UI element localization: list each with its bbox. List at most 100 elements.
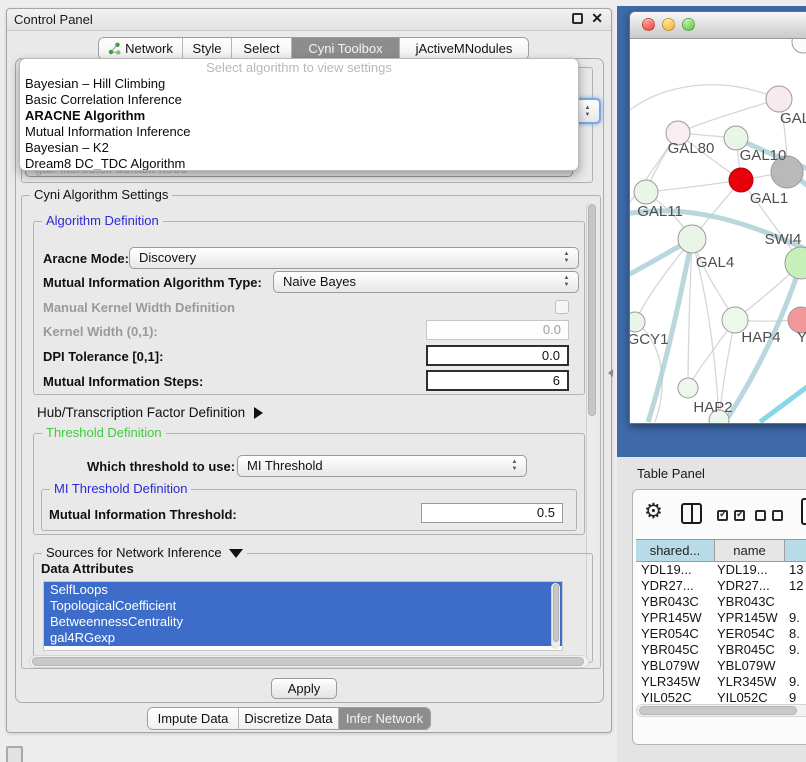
zoom-traffic-light-icon[interactable] (682, 18, 695, 31)
table-row[interactable]: YER054CYER054C8. (636, 626, 806, 642)
network-canvas[interactable]: GAL GAL80 GAL10 GAL1 GAL11 GAL4 SWI4 GCY… (630, 39, 806, 424)
list-item-betweennesscentrality[interactable]: BetweennessCentrality (44, 614, 562, 630)
list-item-gal4rgexp[interactable]: gal4RGexp (44, 630, 562, 646)
control-panel-titlebar: Control Panel ✕ (7, 9, 611, 31)
node-partial-top[interactable] (792, 39, 806, 53)
select-all-checks-icon[interactable] (717, 510, 745, 521)
close-traffic-light-icon[interactable] (642, 18, 655, 31)
algorithm-definition-title: Algorithm Definition (42, 213, 163, 228)
table-row[interactable]: YDR27...YDR27...12 (636, 578, 806, 594)
mi-steps-label: Mutual Information Steps: (43, 374, 203, 389)
popup-item-dream8[interactable]: Dream8 DC_TDC Algorithm (20, 156, 578, 171)
dpi-tolerance-label: DPI Tolerance [0,1]: (43, 349, 163, 364)
column-header-shared-name[interactable]: shared... (636, 540, 715, 561)
node-label-gal80: GAL80 (668, 140, 715, 157)
node-label-gal: GAL (780, 110, 806, 127)
manual-kernel-label: Manual Kernel Width Definition (43, 300, 235, 315)
combo-arrows-icon (562, 275, 571, 289)
node-label-swi4: SWI4 (765, 231, 802, 248)
table-header-row: shared... name A (636, 539, 806, 562)
deselect-all-checks-icon[interactable] (755, 510, 783, 521)
kernel-width-label: Kernel Width (0,1): (43, 324, 158, 339)
aracne-mode-combobox[interactable]: Discovery (129, 247, 579, 269)
manual-kernel-checkbox[interactable] (555, 300, 569, 314)
attributes-scrollbar[interactable] (551, 583, 560, 649)
which-threshold-combobox[interactable]: MI Threshold (237, 455, 527, 477)
table-body[interactable]: YDL19...YDL19...13 YDR27...YDR27...12 YB… (636, 562, 806, 709)
tab-cyni-toolbox-label: Cyni Toolbox (308, 41, 382, 56)
column-header-third[interactable]: A (785, 540, 806, 561)
node-gcy1[interactable] (630, 312, 645, 332)
node-gal-pink[interactable] (766, 86, 792, 112)
table-panel-region: Table Panel ⚙ shared... name A YDL19...Y… (617, 457, 806, 762)
tab-infer-network[interactable]: Infer Network (338, 708, 430, 729)
node-gal4[interactable] (678, 225, 706, 253)
node-hap2[interactable] (678, 378, 698, 398)
network-icon (108, 40, 121, 60)
table-hscrollbar-thumb[interactable] (639, 706, 797, 715)
tab-impute-data-label: Impute Data (158, 711, 229, 726)
tab-discretize-data[interactable]: Discretize Data (238, 708, 338, 729)
tab-style[interactable]: Style (182, 38, 231, 59)
dpi-tolerance-field[interactable]: 0.0 (426, 345, 569, 366)
minimize-traffic-light-icon[interactable] (662, 18, 675, 31)
mi-type-combobox[interactable]: Naive Bayes (273, 271, 579, 293)
partial-icon (6, 746, 23, 762)
control-panel-window: Control Panel ✕ Network Style Select Cyn… (6, 8, 612, 733)
cyni-algorithm-settings-title: Cyni Algorithm Settings (30, 187, 172, 202)
tab-jactivemnodules[interactable]: jActiveMNodules (399, 38, 528, 59)
tab-impute-data[interactable]: Impute Data (148, 708, 238, 729)
document-icon[interactable] (801, 498, 806, 525)
data-attributes-list: SelfLoops TopologicalCoefficient Between… (43, 581, 563, 651)
tab-style-label: Style (193, 41, 222, 56)
table-panel-title: Table Panel (637, 466, 705, 481)
column-header-name[interactable]: name (715, 540, 785, 561)
popup-item-bayesian-k2[interactable]: Bayesian – K2 (20, 140, 578, 156)
which-threshold-value: MI Threshold (247, 458, 323, 473)
table-row[interactable]: YBR045CYBR045C9. (636, 642, 806, 658)
sources-title[interactable]: Sources for Network Inference (42, 545, 247, 560)
control-panel-tabbar: Network Style Select Cyni Toolbox jActiv… (98, 37, 529, 60)
table-hscrollbar[interactable] (636, 704, 806, 717)
popup-item-bayesian-hill-climbing[interactable]: Bayesian – Hill Climbing (20, 76, 578, 92)
kernel-width-field[interactable]: 0.0 (426, 320, 569, 340)
tab-select[interactable]: Select (231, 38, 291, 59)
combo-arrows-icon (583, 105, 592, 119)
network-window: GAL GAL80 GAL10 GAL1 GAL11 GAL4 SWI4 GCY… (629, 11, 806, 424)
panel-splitter-handle[interactable] (608, 369, 613, 377)
control-panel-title: Control Panel (14, 12, 93, 27)
table-row[interactable]: YBR043CYBR043C (636, 594, 806, 610)
mi-steps-field[interactable]: 6 (426, 370, 569, 391)
combo-arrows-icon (510, 459, 519, 473)
popup-item-aracne[interactable]: ARACNE Algorithm (20, 108, 578, 124)
table-row[interactable]: YBL079WYBL079W (636, 658, 806, 674)
settings-hscrollbar[interactable] (29, 655, 589, 668)
popup-item-mutual-information[interactable]: Mutual Information Inference (20, 124, 578, 140)
list-item-selfloops[interactable]: SelfLoops (44, 582, 562, 598)
mi-threshold-label: Mutual Information Threshold: (49, 507, 237, 522)
settings-hscrollbar-thumb[interactable] (32, 657, 584, 666)
apply-button[interactable]: Apply (271, 678, 337, 699)
gear-icon[interactable]: ⚙ (644, 499, 663, 524)
threshold-definition-title: Threshold Definition (42, 425, 166, 440)
mi-threshold-field[interactable]: 0.5 (421, 503, 563, 523)
table-row[interactable]: YLR345WYLR345W9. (636, 674, 806, 690)
list-item-topologicalcoefficient[interactable]: TopologicalCoefficient (44, 598, 562, 614)
node-gal11[interactable] (634, 180, 658, 204)
table-row[interactable]: YPR145WYPR145W9. (636, 610, 806, 626)
tab-cyni-toolbox[interactable]: Cyni Toolbox (291, 38, 399, 59)
popup-item-basic-correlation[interactable]: Basic Correlation Inference (20, 92, 578, 108)
network-graph: GAL GAL80 GAL10 GAL1 GAL11 GAL4 SWI4 GCY… (630, 39, 806, 424)
mi-steps-value: 6 (553, 373, 560, 388)
table-row[interactable]: YDL19...YDL19...13 (636, 562, 806, 578)
settings-scrollbar-thumb[interactable] (588, 204, 596, 416)
network-window-titlebar[interactable] (630, 12, 806, 39)
close-icon[interactable]: ✕ (591, 10, 603, 27)
tab-network[interactable]: Network (99, 38, 182, 59)
node-swi4[interactable] (785, 247, 806, 279)
column-layout-icon[interactable] (681, 503, 702, 524)
float-window-icon[interactable] (572, 13, 583, 24)
node-gal1-red[interactable] (729, 168, 753, 192)
attributes-scrollbar-thumb[interactable] (553, 584, 559, 642)
hub-section-toggle[interactable]: Hub/Transcription Factor Definition (37, 405, 263, 420)
